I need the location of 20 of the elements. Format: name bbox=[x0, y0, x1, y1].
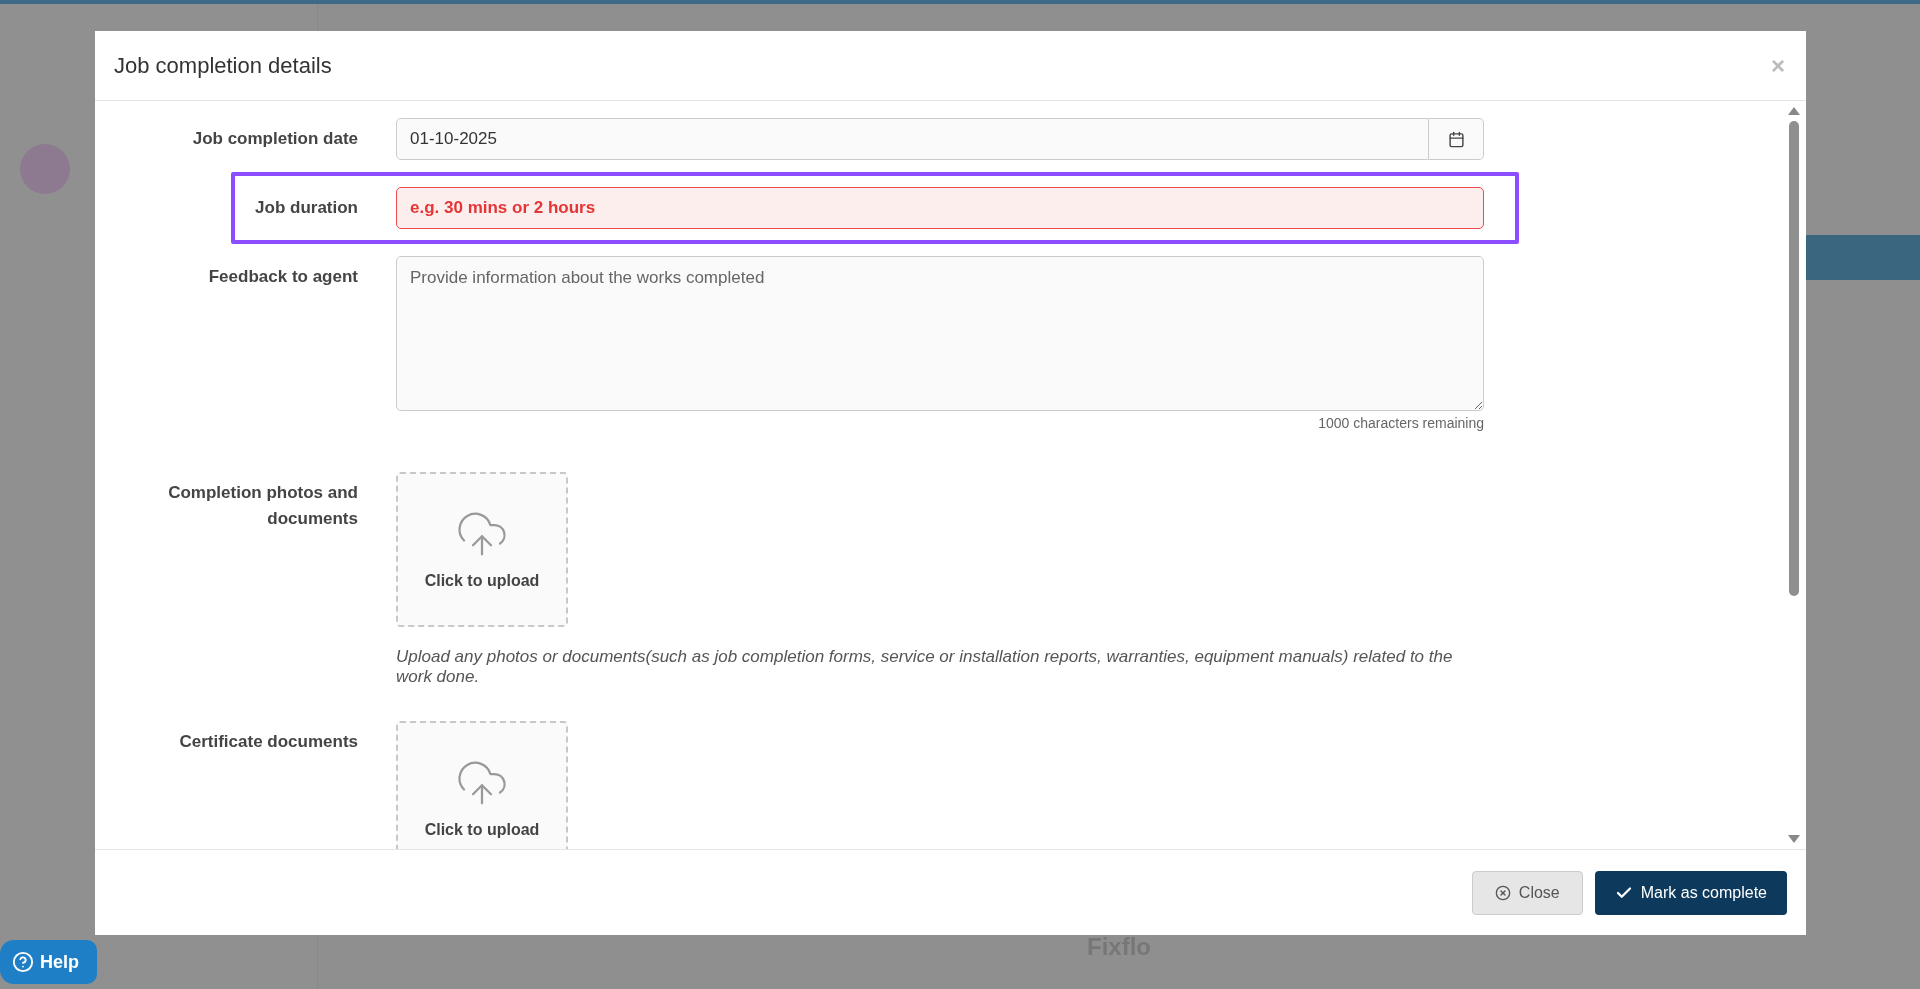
help-button[interactable]: Help bbox=[0, 940, 97, 984]
field-label: Feedback to agent bbox=[207, 266, 359, 288]
field-label: Job completion date bbox=[191, 128, 359, 150]
close-circle-icon bbox=[1494, 884, 1511, 901]
date-field[interactable]: 01-10-2025 bbox=[396, 118, 1429, 160]
text-field[interactable]: e.g. 30 mins or 2 hours bbox=[396, 187, 1484, 229]
calendar-button[interactable] bbox=[1429, 118, 1484, 160]
field-label: Job duration bbox=[254, 197, 359, 219]
text-area[interactable]: Provide information about the works completed bbox=[396, 256, 1484, 411]
upload-button[interactable]: Click to upload bbox=[396, 721, 568, 849]
upload-button[interactable]: Click to upload bbox=[396, 472, 568, 627]
character-counter: 1000 characters remaining bbox=[1318, 414, 1484, 433]
calendar-icon bbox=[1447, 130, 1465, 148]
help-icon bbox=[12, 951, 34, 973]
field-label: Certificate documents bbox=[178, 731, 359, 753]
complete-button[interactable]: Mark as complete bbox=[1594, 870, 1787, 915]
field-label: Completion photos and documents bbox=[167, 482, 359, 530]
dialog-title: Job completion details bbox=[114, 52, 332, 80]
help-text: Upload any photos or documents(such as job completion forms, service or installation reports, warranties, equipment manuals) related to the work done. bbox=[396, 647, 1454, 687]
close-dialog-button[interactable]: Close bbox=[1471, 870, 1583, 915]
